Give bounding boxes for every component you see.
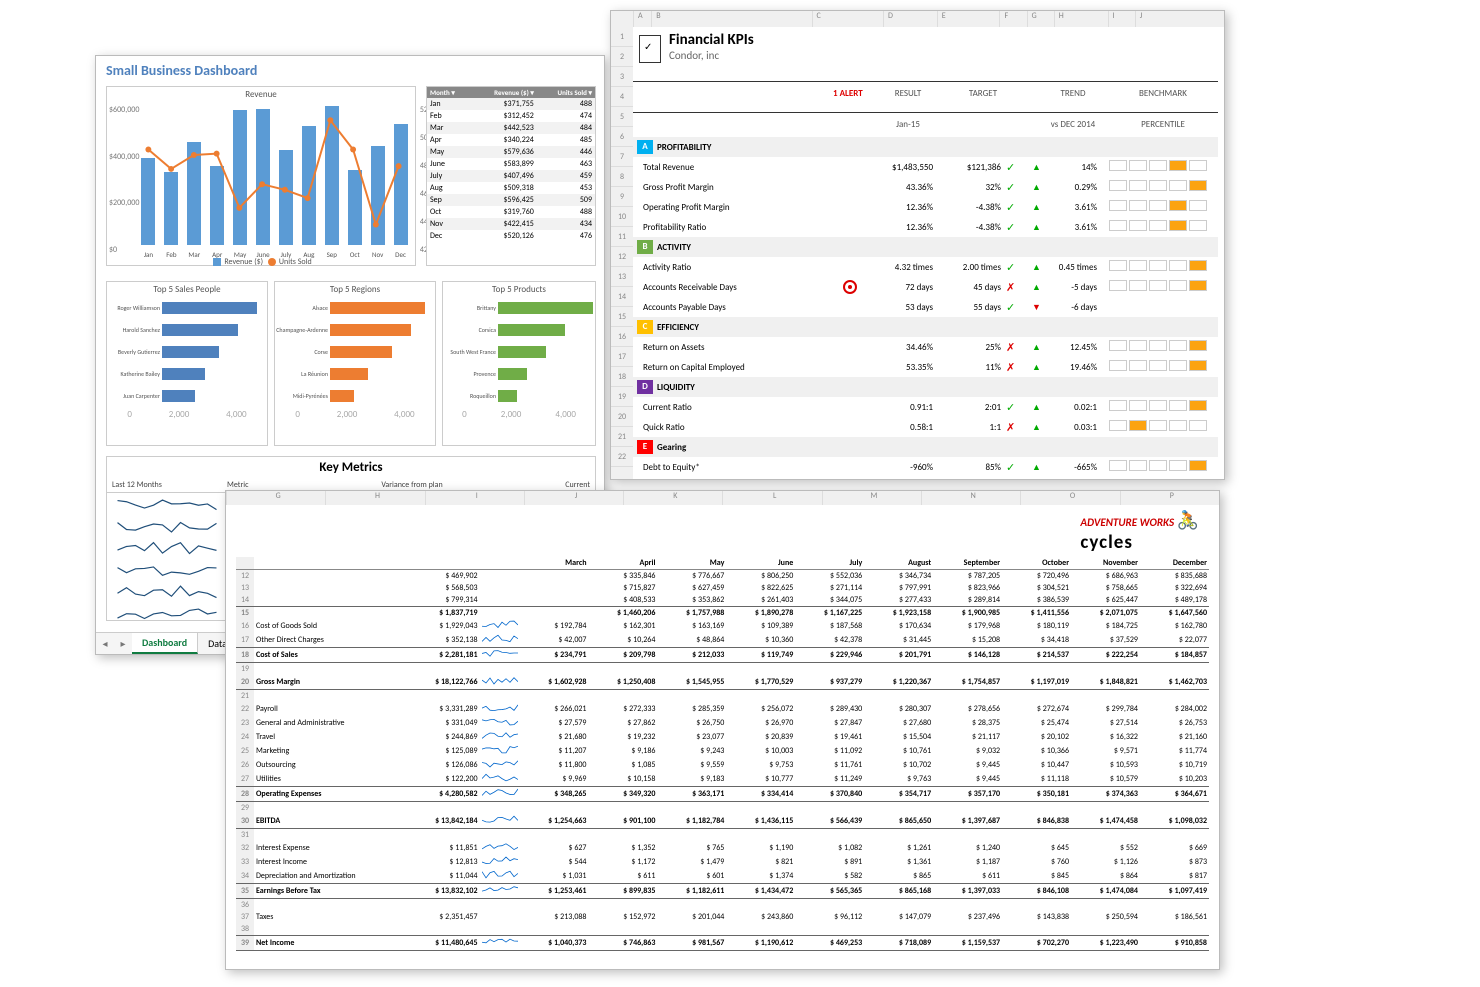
kpi-section: APROFITABILITY bbox=[633, 137, 1218, 157]
kpi-row: Operating Profit Margin12.36%-4.38%✓▲3.6… bbox=[633, 197, 1218, 217]
tab-dashboard[interactable]: Dashboard bbox=[132, 633, 198, 654]
clipboard-icon bbox=[639, 35, 661, 63]
kpi-row: Current Ratio0.91:12:01✓▲0.02:1 bbox=[633, 397, 1218, 417]
kpi-section: DLIQUIDITY bbox=[633, 377, 1218, 397]
kpi-row: Quick Ratio0.58:11:1✗▲0.03:1 bbox=[633, 417, 1218, 437]
kpi-window: ABCDEFGHIJ 12345678910111213141516171819… bbox=[610, 10, 1225, 480]
revenue-chart-panel: Revenue JanFebMarAprMayJuneJulyAugSepOct… bbox=[106, 86, 416, 266]
kpi-row: Return on Capital Employed53.35%11%✗▲19.… bbox=[633, 357, 1218, 377]
top-regions-panel: Top 5 RegionsAlsaceChampagne-ArdenneCors… bbox=[274, 281, 436, 446]
revenue-legend: Revenue ($) Units Sold bbox=[107, 257, 415, 267]
kpi-subtitle: Condor, inc bbox=[669, 49, 1218, 62]
kpi-row: Accounts Payable Days53 days55 days✓▼-6 … bbox=[633, 297, 1218, 317]
revenue-chart-title: Revenue bbox=[107, 87, 415, 102]
kpi-subheader-row: Jan-15 vs DEC 2014 PERCENTILE bbox=[633, 119, 1218, 137]
kpi-section: BACTIVITY bbox=[633, 237, 1218, 257]
kpi-column-headers: ABCDEFGHIJ bbox=[611, 11, 1224, 27]
kpi-section: EGearing bbox=[633, 437, 1218, 457]
kpi-row: Return on Assets34.46%25%✗▲12.45% bbox=[633, 337, 1218, 357]
top-products-panel: Top 5 ProductsBrittanyCorsicaSouth West … bbox=[442, 281, 596, 446]
top-sales-people-panel: Top 5 Sales PeopleRoger WilliamsonHarold… bbox=[106, 281, 268, 446]
tab-nav-prev[interactable]: ◂ bbox=[96, 637, 114, 650]
adventure-works-logo: ADVENTURE WORKS 🚴 cycles bbox=[1080, 509, 1199, 554]
key-metrics-title: Key Metrics bbox=[107, 457, 595, 478]
revenue-table-panel: Month ▾Revenue ($) ▾Units Sold ▾Jan$371,… bbox=[426, 86, 596, 266]
revenue-table: Month ▾Revenue ($) ▾Units Sold ▾Jan$371,… bbox=[427, 87, 595, 242]
kpi-grid: Financial KPIs Condor, inc 1 ALERT RESUL… bbox=[633, 27, 1218, 473]
pl-window: GHIJKLMNOP ADVENTURE WORKS 🚴 cycles Marc… bbox=[225, 490, 1220, 970]
pl-table: MarchAprilMayJuneJulyAugustSeptemberOcto… bbox=[236, 557, 1209, 951]
kpi-header-row: 1 ALERT RESULT TARGET TREND BENCHMARK bbox=[633, 88, 1218, 106]
kpi-section: CEFFICIENCY bbox=[633, 317, 1218, 337]
kpi-row: Accounts Receivable Days72 days45 days✗▲… bbox=[633, 277, 1218, 297]
units-line bbox=[137, 105, 410, 244]
kpi-title: Financial KPIs bbox=[669, 31, 1218, 49]
pl-column-headers: GHIJKLMNOP bbox=[226, 491, 1219, 505]
kpi-row: Total Revenue$1,483,550$121,386✓▲14% bbox=[633, 157, 1218, 177]
dashboard-title: Small Business Dashboard bbox=[96, 56, 604, 85]
kpi-row-headers: 12345678910111213141516171819202122 bbox=[611, 27, 633, 479]
kpi-row: Gross Profit Margin43.36%32%✓▲0.29% bbox=[633, 177, 1218, 197]
kpi-row: Activity Ratio4.32 times2.00 times✓▲0.45… bbox=[633, 257, 1218, 277]
tab-nav-next[interactable]: ▸ bbox=[114, 637, 132, 650]
alert-icon bbox=[843, 280, 857, 294]
kpi-row: Debt to Equity*-960%85%✓▲-665% bbox=[633, 457, 1218, 473]
kpi-row: Profitability Ratio12.36%-4.38%✓▲3.61% bbox=[633, 217, 1218, 237]
